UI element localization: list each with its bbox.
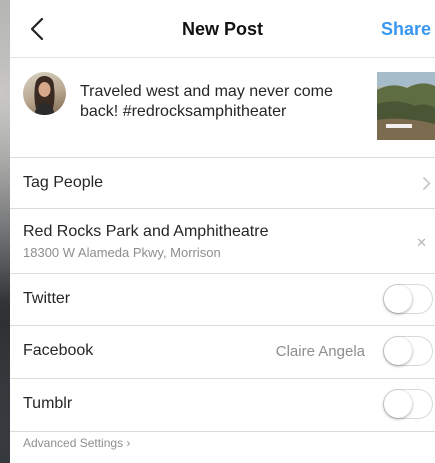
avatar: [23, 72, 66, 115]
thumbnail-image: [377, 72, 435, 140]
toggle-knob: [384, 285, 412, 313]
new-post-sheet: New Post Share Traveled west and may nev…: [10, 0, 435, 463]
post-thumbnail: [377, 72, 435, 140]
facebook-label: Facebook: [23, 342, 94, 359]
twitter-toggle[interactable]: [383, 284, 433, 314]
tumblr-label: Tumblr: [23, 395, 73, 412]
tag-people-label: Tag People: [23, 174, 104, 191]
tumblr-row: Tumblr: [10, 379, 435, 432]
page-title: New Post: [181, 19, 264, 39]
toggle-knob: [384, 390, 412, 418]
twitter-label: Twitter: [23, 290, 71, 307]
caption-input[interactable]: Traveled west and may never come back! #…: [80, 82, 370, 122]
compose-section: Traveled west and may never come back! #…: [10, 58, 435, 158]
tag-people-row[interactable]: Tag People: [10, 158, 435, 209]
avatar-photo: [34, 76, 55, 115]
share-button[interactable]: Share: [381, 19, 431, 40]
advanced-settings-link[interactable]: Advanced Settings ›: [23, 436, 130, 450]
tumblr-toggle[interactable]: [383, 389, 433, 419]
location-name: Red Rocks Park and Amphitheatre: [23, 223, 269, 240]
facebook-toggle[interactable]: [383, 336, 433, 366]
twitter-row: Twitter: [10, 274, 435, 326]
nav-bar: New Post Share: [10, 0, 435, 58]
facebook-row: Facebook Claire Angela: [10, 326, 435, 379]
close-icon[interactable]: ✕: [416, 235, 427, 251]
chevron-right-icon: [422, 176, 431, 196]
toggle-knob: [384, 337, 412, 365]
location-row[interactable]: Red Rocks Park and Amphitheatre 18300 W …: [10, 209, 435, 274]
facebook-account-name: Claire Angela: [275, 343, 365, 360]
location-address: 18300 W Alameda Pkwy, Morrison: [23, 245, 221, 260]
